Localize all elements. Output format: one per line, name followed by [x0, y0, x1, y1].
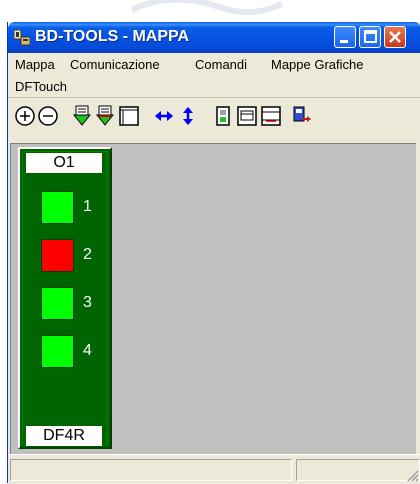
- channel-3-number: 3: [83, 294, 92, 311]
- menu-bar: Mappa Comunicazione Comandi Mappe Grafic…: [8, 53, 420, 97]
- background-top: [0, 0, 420, 22]
- transfer-icon[interactable]: [291, 105, 313, 127]
- status-pane-secondary: [296, 459, 420, 481]
- download-icon[interactable]: [94, 105, 116, 127]
- map-canvas[interactable]: O1 1 2 3 4 DF4R: [10, 143, 416, 454]
- channel-2-indicator[interactable]: [41, 239, 74, 272]
- channel-4-indicator[interactable]: [41, 335, 74, 368]
- minimize-button[interactable]: [334, 26, 356, 48]
- channel-4-number: 4: [83, 342, 92, 359]
- arrows-vertical-icon[interactable]: [177, 105, 199, 127]
- window-title: BD-TOOLS - MAPPA: [35, 28, 190, 45]
- minimize-icon: [340, 40, 348, 43]
- maximize-icon: [364, 30, 377, 43]
- menu-mappe-grafiche[interactable]: Mappe Grafiche: [271, 56, 364, 74]
- close-button[interactable]: [384, 26, 406, 48]
- menu-comunicazione[interactable]: Comunicazione: [70, 56, 160, 74]
- device-icon[interactable]: [212, 105, 234, 127]
- menu-comandi[interactable]: Comandi: [195, 56, 247, 74]
- module-header-label: O1: [26, 153, 102, 173]
- maximize-button[interactable]: [359, 26, 381, 48]
- app-icon: [14, 30, 30, 46]
- zoom-out-icon[interactable]: [37, 105, 59, 127]
- close-icon: [389, 31, 401, 43]
- download-icon[interactable]: [71, 105, 93, 127]
- status-pane-main: [10, 459, 292, 481]
- window-icon[interactable]: [118, 105, 140, 127]
- menu-mappa[interactable]: Mappa: [15, 56, 55, 74]
- panel-icon[interactable]: [236, 105, 258, 127]
- resize-grip-icon[interactable]: [405, 468, 419, 482]
- channel-1-number: 1: [83, 198, 92, 215]
- channel-1-indicator[interactable]: [41, 191, 74, 224]
- status-bar: [8, 454, 420, 484]
- panel-icon[interactable]: [260, 105, 282, 127]
- arrows-horizontal-icon[interactable]: [153, 105, 175, 127]
- zoom-in-icon[interactable]: [14, 105, 36, 127]
- channel-2-number: 2: [83, 246, 92, 263]
- toolbar: [8, 98, 420, 142]
- title-bar[interactable]: BD-TOOLS - MAPPA: [8, 22, 420, 53]
- app-window: BD-TOOLS - MAPPA Mappa Comunicazione Com…: [7, 22, 420, 484]
- channel-3-indicator[interactable]: [41, 287, 74, 320]
- menu-dftouch[interactable]: DFTouch: [15, 78, 67, 96]
- module-model-label: DF4R: [26, 426, 102, 446]
- watermark-shape: [130, 0, 284, 16]
- df4r-module[interactable]: O1 1 2 3 4 DF4R: [18, 147, 112, 449]
